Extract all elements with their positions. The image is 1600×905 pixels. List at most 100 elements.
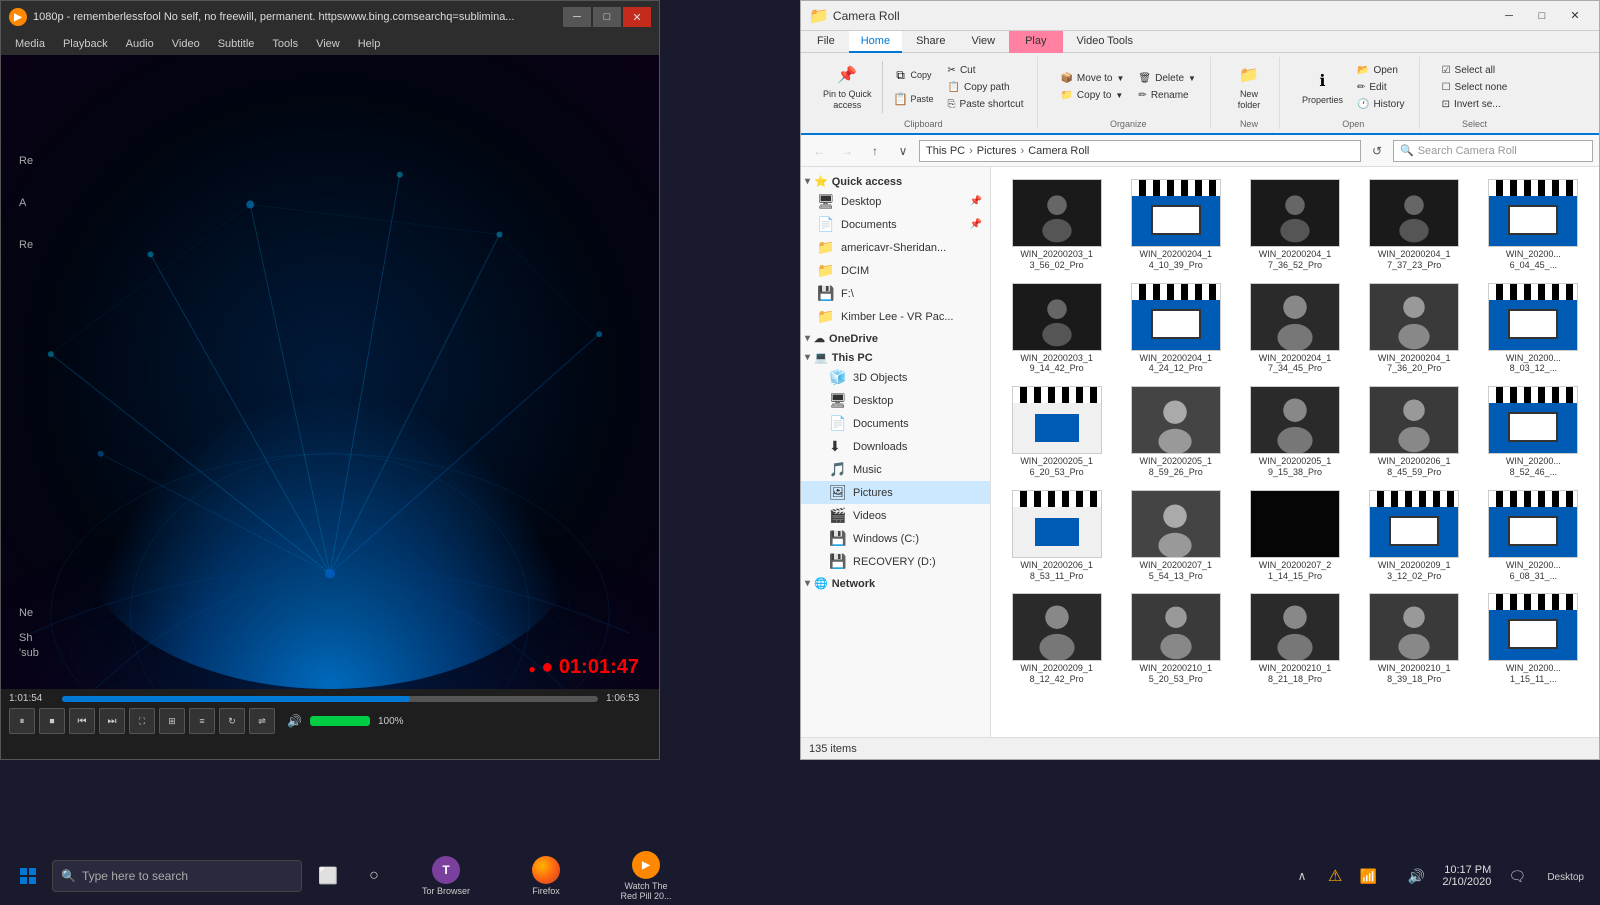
ribbon-tab-play[interactable]: Play: [1009, 31, 1062, 53]
show-hidden-icons-button[interactable]: ∧: [1280, 854, 1324, 898]
file-item[interactable]: WIN_20200... 8_03_12_...: [1476, 279, 1591, 379]
vlc-menu-audio[interactable]: Audio: [118, 36, 162, 52]
back-button[interactable]: ←: [807, 139, 831, 163]
file-item[interactable]: WIN_20200... 1_15_11_...: [1476, 589, 1591, 689]
vlc-maximize-button[interactable]: □: [593, 7, 621, 27]
sidebar-item-music[interactable]: 🎵 Music: [801, 458, 990, 481]
file-item[interactable]: WIN_20200204_1 7_36_52_Pro: [1237, 175, 1352, 275]
ribbon-open-button[interactable]: 📂 Open: [1351, 63, 1411, 78]
file-item[interactable]: WIN_20200206_1 8_53_11_Pro: [999, 486, 1114, 586]
ribbon-cut-button[interactable]: ✂ Cut: [942, 63, 1030, 78]
ribbon-paste-button[interactable]: 📋 Paste: [887, 88, 940, 110]
vlc-menu-help[interactable]: Help: [350, 36, 389, 52]
volume-button[interactable]: 🔊: [1394, 854, 1438, 898]
sidebar-item-kimber[interactable]: 📁 Kimber Lee - VR Pac...: [801, 305, 990, 328]
forward-button[interactable]: →: [835, 139, 859, 163]
ribbon-invert-button[interactable]: ⊡ Invert se...: [1436, 97, 1514, 112]
ribbon-tab-file[interactable]: File: [805, 31, 847, 53]
file-item[interactable]: WIN_20200210_1 5_20_53_Pro: [1118, 589, 1233, 689]
vlc-menu-subtitle[interactable]: Subtitle: [210, 36, 263, 52]
file-item[interactable]: WIN_20200204_1 7_36_20_Pro: [1357, 279, 1472, 379]
vlc-close-button[interactable]: ✕: [623, 7, 651, 27]
file-item[interactable]: WIN_20200209_1 8_12_42_Pro: [999, 589, 1114, 689]
network-status-button[interactable]: 📶: [1346, 854, 1390, 898]
file-item[interactable]: WIN_20200... 6_04_45_...: [1476, 175, 1591, 275]
start-button[interactable]: [4, 852, 52, 900]
vlc-menu-video[interactable]: Video: [164, 36, 208, 52]
ribbon-select-none-button[interactable]: ☐ Select none: [1436, 80, 1514, 95]
ribbon-new-folder-button[interactable]: 📁 New folder: [1227, 59, 1271, 115]
action-center-button[interactable]: 🗨: [1495, 854, 1539, 898]
explorer-minimize-button[interactable]: ─: [1493, 5, 1525, 27]
vlc-video-area[interactable]: Re A Re 'sub Ne Sh ● ● 01:01:47: [1, 55, 659, 689]
vlc-minimize-button[interactable]: ─: [563, 7, 591, 27]
explorer-close-button[interactable]: ✕: [1559, 5, 1591, 27]
vlc-menu-playback[interactable]: Playback: [55, 36, 116, 52]
vlc-seekbar[interactable]: [62, 696, 598, 702]
address-path[interactable]: This PC › Pictures › Camera Roll: [919, 140, 1361, 162]
file-item[interactable]: WIN_20200209_1 3_12_02_Pro: [1357, 486, 1472, 586]
sidebar-this-pc-section[interactable]: ▾ 💻 This PC: [801, 347, 990, 366]
file-item[interactable]: WIN_20200206_1 8_45_59_Pro: [1357, 382, 1472, 482]
vlc-stop-button[interactable]: ⏹: [39, 708, 65, 734]
vlc-fullscreen-button[interactable]: ⛶: [129, 708, 155, 734]
sidebar-quick-access-section[interactable]: ▾ ⭐ Quick access: [801, 171, 990, 190]
taskbar-app-vlc[interactable]: ▶ Watch The Red Pill 20...: [596, 847, 696, 905]
sidebar-item-windows-c[interactable]: 💾 Windows (C:): [801, 527, 990, 550]
file-item[interactable]: WIN_20200210_1 8_21_18_Pro: [1237, 589, 1352, 689]
vlc-ext-button[interactable]: ⊞: [159, 708, 185, 734]
ribbon-rename-button[interactable]: ✏ Rename: [1132, 88, 1202, 103]
explorer-maximize-button[interactable]: □: [1526, 5, 1558, 27]
sidebar-item-documents[interactable]: 📄 Documents: [801, 412, 990, 435]
vlc-play-pause-button[interactable]: ⏸: [9, 708, 35, 734]
taskbar-app-tor[interactable]: T Tor Browser: [396, 852, 496, 900]
file-item[interactable]: WIN_20200205_1 8_59_26_Pro: [1118, 382, 1233, 482]
vlc-random-button[interactable]: ⇌: [249, 708, 275, 734]
vlc-menu-tools[interactable]: Tools: [264, 36, 306, 52]
file-item[interactable]: WIN_20200204_1 4_24_12_Pro: [1118, 279, 1233, 379]
sidebar-item-dcim[interactable]: 📁 DCIM: [801, 259, 990, 282]
ribbon-pin-button[interactable]: 📌 Pin to Quick access: [817, 59, 878, 115]
sidebar-item-americavr[interactable]: 📁 americavr-Sheridan...: [801, 236, 990, 259]
sidebar-item-documents-quick[interactable]: 📄 Documents 📌: [801, 213, 990, 236]
file-item[interactable]: WIN_20200204_1 7_34_45_Pro: [1237, 279, 1352, 379]
sidebar-item-desktop[interactable]: 🖥 Desktop: [801, 389, 990, 412]
sidebar-network-section[interactable]: ▾ 🌐 Network: [801, 573, 990, 592]
refresh-button[interactable]: ↺: [1365, 139, 1389, 163]
file-item[interactable]: WIN_20200207_2 1_14_15_Pro: [1237, 486, 1352, 586]
ribbon-select-all-button[interactable]: ☑ Select all: [1436, 63, 1514, 78]
file-item[interactable]: WIN_20200... 8_52_46_...: [1476, 382, 1591, 482]
sidebar-item-f-drive[interactable]: 💾 F:\: [801, 282, 990, 305]
ribbon-history-button[interactable]: 🕐 History: [1351, 97, 1411, 112]
ribbon-tab-videotools[interactable]: Video Tools: [1065, 31, 1145, 53]
sidebar-item-recovery-d[interactable]: 💾 RECOVERY (D:): [801, 550, 990, 573]
file-item[interactable]: WIN_20200204_1 7_37_23_Pro: [1357, 175, 1472, 275]
taskbar-app-firefox[interactable]: Firefox: [496, 852, 596, 900]
ribbon-copy-to-button[interactable]: 📁 Copy to ▼: [1054, 88, 1130, 103]
recent-locations-button[interactable]: ∨: [891, 139, 915, 163]
ribbon-properties-button[interactable]: ℹ Properties: [1296, 65, 1349, 110]
ribbon-copy-button[interactable]: ⧉ Copy: [887, 64, 940, 86]
ribbon-paste-shortcut-button[interactable]: ⎘ Paste shortcut: [942, 97, 1030, 112]
file-item[interactable]: WIN_20200205_1 6_20_53_Pro: [999, 382, 1114, 482]
vlc-menu-view[interactable]: View: [308, 36, 348, 52]
taskbar-search[interactable]: 🔍 Type here to search: [52, 860, 302, 892]
sidebar-item-desktop-quick[interactable]: 🖥 Desktop 📌: [801, 190, 990, 213]
file-item[interactable]: WIN_20200210_1 8_39_18_Pro: [1357, 589, 1472, 689]
sidebar-onedrive-section[interactable]: ▾ ☁ OneDrive: [801, 328, 990, 347]
vlc-menu-media[interactable]: Media: [7, 36, 53, 52]
file-item[interactable]: WIN_20200203_1 3_56_02_Pro: [999, 175, 1114, 275]
search-box[interactable]: 🔍 Search Camera Roll: [1393, 140, 1593, 162]
ribbon-tab-view[interactable]: View: [959, 31, 1007, 53]
sidebar-item-videos[interactable]: 🎬 Videos: [801, 504, 990, 527]
ribbon-move-to-button[interactable]: 📦 Move to ▼: [1054, 71, 1130, 86]
file-item[interactable]: WIN_20200... 6_08_31_...: [1476, 486, 1591, 586]
vlc-loop-button[interactable]: ↻: [219, 708, 245, 734]
ribbon-edit-button[interactable]: ✏ Edit: [1351, 80, 1411, 95]
file-item[interactable]: WIN_20200205_1 9_15_38_Pro: [1237, 382, 1352, 482]
taskbar-clock[interactable]: 10:17 PM 2/10/2020: [1442, 864, 1491, 888]
vlc-playlist-button[interactable]: ≡: [189, 708, 215, 734]
task-view-button[interactable]: ⬜: [306, 854, 350, 898]
file-item[interactable]: WIN_20200203_1 9_14_42_Pro: [999, 279, 1114, 379]
desktop-show-button[interactable]: Desktop: [1543, 869, 1588, 883]
